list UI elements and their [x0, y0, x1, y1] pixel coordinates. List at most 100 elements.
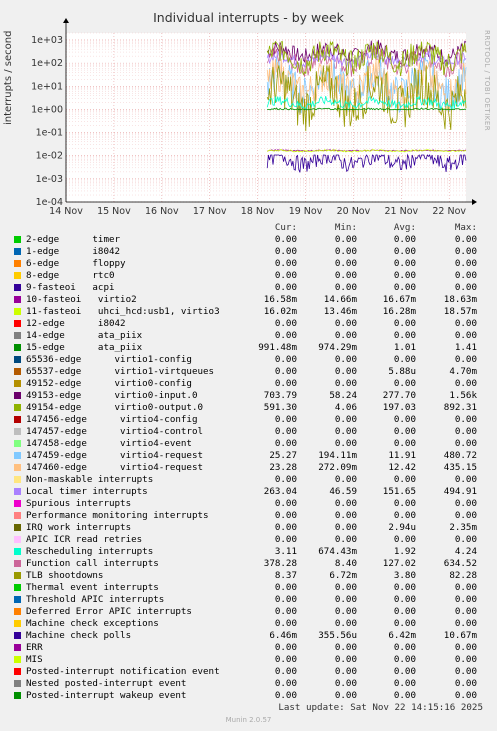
legend-max-value: 0.00	[454, 318, 477, 329]
legend-label: 49152-edge virtio0-config	[26, 378, 192, 389]
legend-avg-value: 0.00	[393, 474, 416, 485]
legend-label: 15-edge ata_piix	[26, 342, 143, 353]
legend-avg-value: 0.00	[393, 594, 416, 605]
legend-avg-value: 0.00	[393, 534, 416, 545]
legend-cur-value: 703.79	[263, 390, 297, 401]
legend-header-cur: Cur:	[274, 222, 297, 233]
legend-item: Non-maskable interrupts 0.00 0.00 0.00 0.00	[0, 474, 497, 486]
x-tick-label: 21 Nov	[385, 206, 419, 217]
legend-item: Spurious interrupts 0.00 0.00 0.00 0.00	[0, 498, 497, 510]
legend-swatch	[14, 608, 21, 615]
legend-avg-value: 0.00	[393, 606, 416, 617]
legend-item: Threshold APIC interrupts 0.00 0.00 0.00 0.0…	[0, 594, 497, 606]
legend-max-value: 0.00	[454, 330, 477, 341]
legend-label: Nested posted-interrupt event	[26, 678, 187, 689]
legend-cur-value: 591.30	[263, 402, 297, 413]
legend-avg-value: 16.67m	[382, 294, 416, 305]
legend-min-value: 0.00	[334, 606, 357, 617]
legend-item: 65536-edge virtio1-config 0.00 0.00 0.00 0.0…	[0, 354, 497, 366]
legend-avg-value: 0.00	[393, 234, 416, 245]
legend-max-value: 0.00	[454, 654, 477, 665]
legend-max-value: 0.00	[454, 534, 477, 545]
x-tick-label: 14 Nov	[49, 206, 83, 217]
legend-swatch	[14, 572, 21, 579]
legend-header-avg: Avg:	[393, 222, 416, 233]
legend-avg-value: 1.92	[393, 546, 416, 557]
legend-max-value: 892.31	[443, 402, 477, 413]
legend-avg-value: 0.00	[393, 282, 416, 293]
legend-min-value: 355.56u	[318, 630, 357, 641]
legend-swatch	[14, 680, 21, 687]
legend-item: 49152-edge virtio0-config 0.00 0.00 0.00 0.0…	[0, 378, 497, 390]
legend-min-value: 0.00	[334, 654, 357, 665]
legend: Cur: Min: Avg: Max: 2-edge timer 0.00 0.00…	[0, 222, 497, 702]
legend-item: 12-edge i8042 0.00 0.00 0.00 0.00	[0, 318, 497, 330]
legend-swatch	[14, 476, 21, 483]
legend-swatch	[14, 584, 21, 591]
legend-swatch	[14, 236, 21, 243]
legend-avg-value: 0.00	[393, 318, 416, 329]
legend-max-value: 1.56k	[449, 390, 477, 401]
legend-cur-value: 0.00	[274, 354, 297, 365]
legend-cur-value: 0.00	[274, 654, 297, 665]
legend-avg-value: 16.28m	[382, 306, 416, 317]
legend-min-value: 13.46m	[323, 306, 357, 317]
legend-cur-value: 0.00	[274, 246, 297, 257]
legend-swatch	[14, 380, 21, 387]
legend-min-value: 6.72m	[329, 570, 357, 581]
legend-min-value: 46.59	[329, 486, 357, 497]
legend-max-value: 0.00	[454, 642, 477, 653]
legend-max-value: 0.00	[454, 582, 477, 593]
legend-max-value: 0.00	[454, 378, 477, 389]
legend-cur-value: 3.11	[274, 546, 297, 557]
legend-label: Non-maskable interrupts	[26, 474, 154, 485]
legend-cur-value: 0.00	[274, 618, 297, 629]
x-tick-label: 15 Nov	[97, 206, 131, 217]
legend-swatch	[14, 452, 21, 459]
legend-label: Rescheduling interrupts	[26, 546, 154, 557]
legend-min-value: 0.00	[334, 618, 357, 629]
legend-avg-value: 0.00	[393, 642, 416, 653]
legend-label: Local timer interrupts	[26, 486, 148, 497]
legend-swatch	[14, 464, 21, 471]
y-tick-label: 1e-02	[36, 151, 63, 162]
legend-cur-value: 263.04	[263, 486, 297, 497]
legend-label: TLB shootdowns	[26, 570, 104, 581]
legend-label: 8-edge rtc0	[26, 270, 115, 281]
x-tick-label: 18 Nov	[241, 206, 275, 217]
y-tick-label: 1e+03	[31, 35, 63, 46]
legend-max-value: 10.67m	[443, 630, 477, 641]
legend-min-value: 0.00	[334, 354, 357, 365]
legend-swatch	[14, 440, 21, 447]
legend-avg-value: 0.00	[393, 246, 416, 257]
legend-label: Thermal event interrupts	[26, 582, 159, 593]
legend-max-value: 0.00	[454, 426, 477, 437]
legend-avg-value: 2.94u	[388, 522, 416, 533]
legend-cur-value: 0.00	[274, 414, 297, 425]
legend-label: 1-edge i8042	[26, 246, 121, 257]
legend-cur-value: 0.00	[274, 582, 297, 593]
legend-min-value: 0.00	[334, 534, 357, 545]
legend-min-value: 0.00	[334, 426, 357, 437]
legend-min-value: 974.29m	[318, 342, 357, 353]
legend-avg-value: 0.00	[393, 258, 416, 269]
legend-cur-value: 0.00	[274, 522, 297, 533]
legend-label: 2-edge timer	[26, 234, 121, 245]
legend-item: 147457-edge virtio4-control 0.00 0.00 0.00 0…	[0, 426, 497, 438]
legend-max-value: 18.63m	[443, 294, 477, 305]
legend-cur-value: 0.00	[274, 282, 297, 293]
legend-swatch	[14, 416, 21, 423]
legend-label: Machine check polls	[26, 630, 132, 641]
legend-min-value: 0.00	[334, 378, 357, 389]
legend-label: ERR	[26, 642, 43, 653]
legend-swatch	[14, 548, 21, 555]
legend-item: 147459-edge virtio4-request 25.27 194.11m 1…	[0, 450, 497, 462]
legend-min-value: 194.11m	[318, 450, 357, 461]
legend-avg-value: 0.00	[393, 426, 416, 437]
legend-min-value: 0.00	[334, 678, 357, 689]
legend-min-value: 0.00	[334, 366, 357, 377]
legend-label: 147456-edge virtio4-config	[26, 414, 198, 425]
legend-label: IRQ work interrupts	[26, 522, 132, 533]
legend-max-value: 18.57m	[443, 306, 477, 317]
legend-avg-value: 0.00	[393, 654, 416, 665]
